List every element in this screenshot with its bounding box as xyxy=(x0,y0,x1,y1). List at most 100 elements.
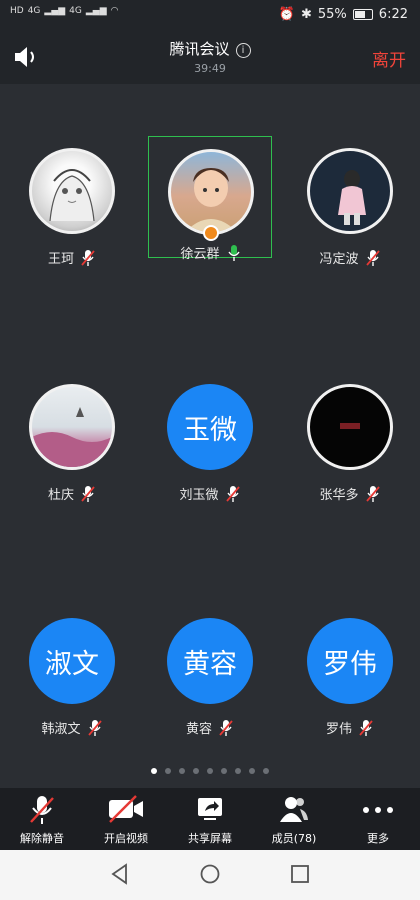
avatar xyxy=(29,148,115,234)
page-dot[interactable] xyxy=(235,768,241,774)
more-button[interactable]: 更多 xyxy=(336,788,420,850)
meeting-toolbar: 解除静音 开启视频 共享屏幕 成员(78) 更多 xyxy=(0,788,420,850)
system-nav-bar xyxy=(0,850,420,900)
avatar-initials: 淑文 xyxy=(29,618,115,704)
anime-girl-avatar-icon xyxy=(49,169,95,222)
mic-muted-icon xyxy=(359,719,373,736)
video-off-icon xyxy=(109,795,143,823)
status-right: ⏰ ✱ 55% 6:22 xyxy=(279,7,408,22)
host-badge-icon xyxy=(203,225,219,241)
page-dot[interactable] xyxy=(221,768,227,774)
mic-muted-icon xyxy=(365,249,380,266)
wifi-icon: ◠ xyxy=(110,6,119,16)
participant-name-row: 杜庆 xyxy=(10,484,134,503)
page-dot[interactable] xyxy=(179,768,185,774)
page-dot-active[interactable] xyxy=(151,768,157,774)
share-screen-icon xyxy=(198,798,222,820)
meeting-header: 腾讯会议 i 39:49 离开 xyxy=(0,30,420,84)
recents-icon[interactable] xyxy=(288,862,312,886)
participant-name: 刘玉微 xyxy=(179,488,219,503)
battery-icon xyxy=(352,9,373,20)
mic-muted-icon xyxy=(81,249,95,266)
unmute-button[interactable]: 解除静音 xyxy=(0,788,84,850)
page-dot[interactable] xyxy=(165,768,171,774)
participant-name-row: 王珂 xyxy=(10,248,134,267)
page-dot[interactable] xyxy=(193,768,199,774)
unmute-label: 解除静音 xyxy=(20,832,64,845)
status-bar: HD 4G ▂▄▆ 4G ▂▄▆ ◠ ⏰ ✱ 55% 6:22 xyxy=(0,0,420,30)
start-video-label: 开启视频 xyxy=(104,832,148,845)
dark-logo-avatar-icon xyxy=(340,423,360,429)
participant-name-row: 冯定波 xyxy=(288,248,412,267)
leave-button[interactable]: 离开 xyxy=(372,46,406,71)
participant-name-row: 韩淑文 xyxy=(10,718,134,737)
members-button[interactable]: 成员(78) xyxy=(252,788,336,850)
page-dot[interactable] xyxy=(263,768,269,774)
mic-muted-icon xyxy=(225,485,240,502)
info-icon[interactable]: i xyxy=(235,43,251,58)
participant-name: 杜庆 xyxy=(47,488,74,503)
participant-name-row: 刘玉微 xyxy=(148,484,272,503)
participant-name: 韩淑文 xyxy=(41,722,81,737)
signal-bars-icon-2: ▂▄▆ xyxy=(85,6,107,16)
meeting-timer: 39:49 xyxy=(194,62,226,75)
participant-tile[interactable]: 王珂 xyxy=(10,136,134,267)
page-indicator[interactable] xyxy=(0,768,420,774)
home-icon[interactable] xyxy=(198,862,222,886)
start-video-button[interactable]: 开启视频 xyxy=(84,788,168,850)
back-icon[interactable] xyxy=(108,862,132,886)
share-screen-label: 共享屏幕 xyxy=(188,832,232,845)
avatar-initials: 玉微 xyxy=(167,384,253,470)
mic-muted-icon xyxy=(87,719,102,736)
avatar-initials: 罗伟 xyxy=(307,618,393,704)
girl-photo-avatar-icon xyxy=(185,168,237,232)
clock: 6:22 xyxy=(378,7,408,22)
participant-tile[interactable]: 淑文 韩淑文 xyxy=(10,606,134,737)
participant-name-row: 罗伟 xyxy=(288,718,412,737)
participant-name-row: 徐云群 xyxy=(149,243,273,262)
participant-name: 王珂 xyxy=(47,252,74,267)
participant-name: 冯定波 xyxy=(319,252,359,267)
hd-indicator: HD xyxy=(10,6,24,16)
participant-name-row: 张华多 xyxy=(288,484,412,503)
members-label: 成员(78) xyxy=(271,832,317,845)
mic-muted-icon xyxy=(365,485,380,502)
participant-tile[interactable]: 张华多 xyxy=(288,372,412,503)
participant-grid: 王珂 徐云群 冯定波 杜庆 玉微 刘玉微 张华多 淑文 韩淑文 黄容 黄容 罗伟… xyxy=(0,84,420,764)
mic-muted-icon xyxy=(81,485,95,502)
signal-4g-indicator: 4G xyxy=(27,6,41,16)
participant-tile-active[interactable]: 徐云群 xyxy=(148,136,272,262)
participant-tile[interactable]: 黄容 黄容 xyxy=(148,606,272,737)
signal-bars-icon: ▂▄▆ xyxy=(44,6,66,16)
participant-name: 徐云群 xyxy=(180,247,220,262)
signal-4g-indicator-2: 4G xyxy=(69,6,82,16)
alarm-icon: ⏰ xyxy=(278,7,295,22)
mic-muted-icon xyxy=(30,796,54,824)
avatar xyxy=(168,149,254,235)
share-screen-button[interactable]: 共享屏幕 xyxy=(168,788,252,850)
participant-tile[interactable]: 罗伟 罗伟 xyxy=(288,606,412,737)
participant-tile[interactable]: 杜庆 xyxy=(10,372,134,503)
participant-tile[interactable]: 冯定波 xyxy=(288,136,412,267)
avatar xyxy=(29,384,115,470)
mic-on-icon xyxy=(227,244,240,261)
avatar xyxy=(307,148,393,234)
bluetooth-icon: ✱ xyxy=(300,7,312,22)
landscape-avatar-icon xyxy=(32,407,112,467)
page-dot[interactable] xyxy=(207,768,213,774)
more-label: 更多 xyxy=(367,832,389,845)
participant-name: 黄容 xyxy=(185,722,212,737)
meeting-title: 腾讯会议 xyxy=(169,40,230,58)
participant-tile[interactable]: 玉微 刘玉微 xyxy=(148,372,272,503)
participant-name: 张华多 xyxy=(319,488,359,503)
mic-muted-icon xyxy=(219,719,233,736)
meeting-title-area: 腾讯会议 i 39:49 xyxy=(0,38,420,75)
avatar-initials: 黄容 xyxy=(167,618,253,704)
illustration-avatar-icon xyxy=(338,170,366,225)
network-indicators: HD 4G ▂▄▆ 4G ▂▄▆ ◠ xyxy=(10,6,119,16)
more-dots-icon xyxy=(363,807,393,813)
avatar xyxy=(307,384,393,470)
battery-percent: 55% xyxy=(317,7,347,22)
members-icon xyxy=(280,797,308,822)
page-dot[interactable] xyxy=(249,768,255,774)
